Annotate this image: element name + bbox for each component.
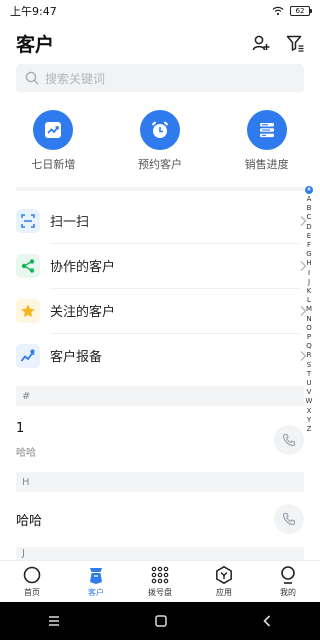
contact-name: 1: [16, 421, 25, 436]
index-letter[interactable]: Q: [306, 342, 312, 351]
quick-action-label: 七日新增: [31, 158, 76, 171]
tab-apps[interactable]: 应用: [192, 561, 256, 602]
index-letter[interactable]: #: [305, 186, 313, 194]
tab-customers[interactable]: 客户: [64, 561, 128, 602]
search-input[interactable]: 搜索关键词: [16, 64, 304, 92]
share-icon: [21, 258, 35, 273]
battery-level: 62: [295, 7, 305, 15]
index-letter[interactable]: T: [307, 370, 311, 379]
add-customer-icon[interactable]: [252, 34, 270, 52]
tab-label: 应用: [216, 588, 232, 597]
call-button[interactable]: [274, 504, 304, 534]
tab-label: 客户: [88, 588, 104, 597]
index-letter[interactable]: E: [307, 232, 311, 241]
index-letter[interactable]: I: [308, 269, 310, 278]
index-letter[interactable]: Y: [307, 416, 311, 425]
status-bar: 上午9:47 62: [0, 0, 320, 22]
section-header: H: [16, 472, 304, 492]
tab-dialpad[interactable]: 拨号盘: [128, 561, 192, 602]
index-letter[interactable]: V: [307, 388, 312, 397]
contact-row[interactable]: 哈哈: [16, 500, 304, 538]
customer-icon: [90, 568, 102, 584]
contact-name: 哈哈: [16, 513, 43, 529]
index-letter[interactable]: P: [307, 333, 311, 342]
menu-item-customer-report[interactable]: 客户报备: [0, 333, 310, 378]
battery-icon: 62: [290, 6, 312, 16]
tab-label: 首页: [24, 588, 40, 597]
filter-icon[interactable]: [286, 34, 304, 52]
alphabet-index[interactable]: # A B C D E F G H I J K L M N O P Q R S …: [304, 186, 314, 434]
menu-icon[interactable]: [47, 615, 61, 627]
page-title: 客户: [16, 33, 55, 56]
home-icon: [23, 566, 41, 584]
status-icons: 62: [272, 6, 312, 16]
scan-icon: [21, 213, 35, 228]
section-divider: [16, 187, 304, 191]
system-navigation-bar: [0, 602, 320, 640]
section-header: #: [16, 386, 304, 406]
report-icon: [20, 349, 35, 362]
menu-item-label: 协作的客户: [50, 260, 116, 275]
quick-action-new-7days[interactable]: 七日新增: [0, 110, 107, 176]
index-letter[interactable]: J: [308, 278, 310, 287]
quick-action-appointments[interactable]: 预约客户: [107, 110, 214, 176]
back-icon[interactable]: [261, 614, 273, 628]
apps-icon: [216, 565, 232, 585]
menu-item-followed-customers[interactable]: 关注的客户: [0, 288, 310, 333]
index-letter[interactable]: U: [306, 379, 311, 388]
index-letter[interactable]: D: [306, 223, 311, 232]
contact-row[interactable]: 1 哈哈: [16, 416, 304, 464]
index-letter[interactable]: A: [307, 195, 312, 204]
index-letter[interactable]: B: [307, 204, 312, 213]
phone-icon: [282, 433, 296, 447]
menu-item-label: 客户报备: [50, 350, 103, 365]
quick-action-sales-progress[interactable]: 销售进度: [213, 110, 320, 176]
index-letter[interactable]: K: [307, 287, 312, 296]
index-letter[interactable]: F: [307, 241, 311, 250]
tab-label: 我的: [280, 588, 296, 597]
progress-list-icon: [259, 123, 274, 138]
trend-chart-icon: [45, 122, 62, 138]
search-icon: [25, 71, 39, 85]
bottom-tab-bar: 首页 客户 拨号盘 应用 我的: [0, 560, 320, 602]
section-header: J: [16, 547, 304, 560]
index-letter[interactable]: N: [306, 315, 311, 324]
index-letter[interactable]: W: [306, 397, 313, 406]
page-header: 客户: [0, 26, 320, 60]
star-icon: [21, 304, 35, 317]
index-letter[interactable]: C: [307, 213, 312, 222]
wifi-icon: [272, 6, 284, 16]
phone-icon: [282, 512, 296, 526]
index-letter[interactable]: S: [307, 361, 311, 370]
tab-profile[interactable]: 我的: [256, 561, 320, 602]
profile-icon: [281, 566, 295, 584]
menu-item-collaborative-customers[interactable]: 协作的客户: [0, 243, 310, 288]
index-letter[interactable]: X: [307, 407, 312, 416]
index-letter[interactable]: G: [306, 250, 311, 259]
index-letter[interactable]: M: [306, 305, 312, 314]
index-letter[interactable]: Z: [307, 425, 312, 434]
menu-list: 扫一扫 协作的客户 关注的客户 客户报备: [0, 198, 310, 378]
index-letter[interactable]: R: [307, 351, 312, 360]
menu-item-label: 扫一扫: [50, 215, 90, 230]
status-time: 上午9:47: [10, 5, 57, 18]
quick-actions: 七日新增 预约客户 销售进度: [0, 110, 320, 176]
tab-home[interactable]: 首页: [0, 561, 64, 602]
quick-action-label: 预约客户: [138, 158, 182, 171]
tab-label: 拨号盘: [148, 588, 172, 597]
menu-item-label: 关注的客户: [50, 305, 116, 320]
index-letter[interactable]: O: [306, 324, 312, 333]
home-button-icon[interactable]: [154, 614, 168, 628]
index-letter[interactable]: L: [307, 296, 311, 305]
call-button[interactable]: [274, 425, 304, 455]
dialpad-icon: [151, 566, 169, 584]
search-placeholder: 搜索关键词: [45, 71, 106, 86]
alarm-clock-icon: [151, 121, 169, 138]
index-letter[interactable]: H: [306, 259, 311, 268]
menu-item-scan[interactable]: 扫一扫: [0, 198, 310, 243]
quick-action-label: 销售进度: [244, 158, 289, 171]
contact-subtitle: 哈哈: [16, 448, 36, 459]
